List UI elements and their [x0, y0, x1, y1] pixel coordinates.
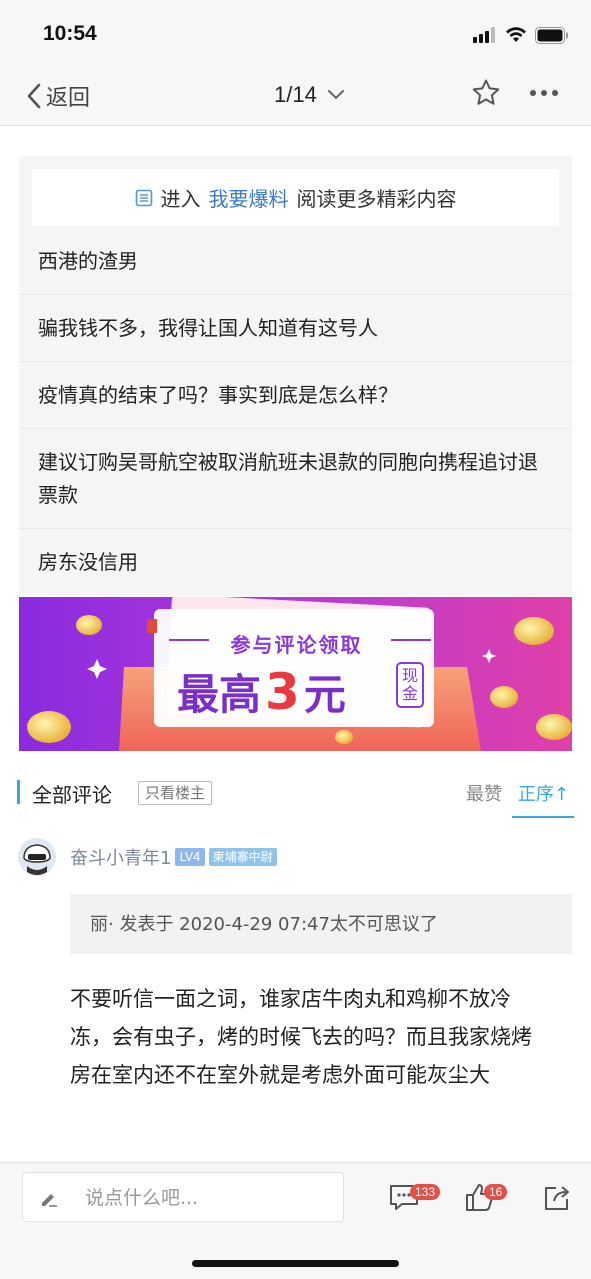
- comment-body: 不要听信一面之词，谁家店牛肉丸和鸡柳不放冷冻，会有虫子，烤的时候飞去的吗？而且我…: [70, 987, 532, 1087]
- wifi-icon: [506, 27, 526, 42]
- ad-cash-tag: 现金: [401, 666, 418, 703]
- back-button[interactable]: 返回: [26, 80, 90, 112]
- promo-link[interactable]: 我要爆料: [209, 183, 289, 212]
- list-item[interactable]: 房东没信用: [19, 529, 572, 596]
- related-articles: 进入 我要爆料 阅读更多精彩内容 西港的渣男 骗我钱不多，我得让国人知道有这号人…: [19, 156, 572, 596]
- pen-icon: [42, 1194, 57, 1207]
- page-indicator: 1/14: [274, 82, 317, 107]
- level-badge: LV4: [175, 848, 205, 866]
- ad-main-suffix: 元: [303, 670, 346, 719]
- ad-main-prefix: 最高: [177, 670, 262, 719]
- comment-count-badge: 133: [410, 1184, 441, 1200]
- status-bar: 10:54: [0, 0, 591, 66]
- promo-prefix: 进入: [160, 187, 201, 211]
- more-dot: [530, 90, 536, 96]
- ad-top-text: 参与评论领取: [230, 633, 363, 657]
- status-time: 10:54: [43, 22, 97, 45]
- battery-icon: [535, 26, 568, 44]
- sort-by-order-tab[interactable]: 正序↑: [512, 770, 574, 818]
- share-button[interactable]: [542, 1183, 574, 1215]
- page-selector[interactable]: 1/14: [274, 82, 345, 108]
- back-label: 返回: [46, 86, 91, 111]
- sort-by-likes-tab[interactable]: 最赞: [466, 780, 502, 806]
- share-icon: [545, 1186, 569, 1210]
- quoted-comment: 丽· 发表于 2020-4-29 07:47太不可思议了: [70, 894, 572, 954]
- comment-input[interactable]: [85, 1183, 325, 1213]
- avatar[interactable]: [18, 838, 56, 876]
- more-dot: [541, 90, 547, 96]
- list-item[interactable]: 西港的渣男: [19, 228, 572, 295]
- list-item[interactable]: 建议订购吴哥航空被取消航班未退款的同胞向携程追讨退票款: [19, 429, 572, 529]
- section-accent-bar: [17, 780, 20, 804]
- list-item[interactable]: 骗我钱不多，我得让国人知道有这号人: [19, 295, 572, 362]
- only-author-button[interactable]: 只看楼主: [138, 781, 213, 805]
- promo-suffix: 阅读更多精彩内容: [296, 187, 457, 211]
- comment-user-info: 奋斗小青年1 LV4 柬埔寨中尉: [70, 844, 277, 870]
- home-indicator[interactable]: [192, 1260, 399, 1267]
- document-icon: [135, 189, 152, 206]
- ad-banner[interactable]: 参与评论领取 最高 3 元 现金: [19, 597, 572, 751]
- ad-main-number: 3: [265, 663, 300, 721]
- comment-username[interactable]: 奋斗小青年1: [70, 844, 171, 870]
- bottom-action-bar: 133 16: [0, 1162, 591, 1279]
- comments-title: 全部评论: [32, 783, 112, 807]
- more-options-button[interactable]: [530, 90, 558, 96]
- navigation-bar: 返回 1/14: [0, 66, 591, 126]
- promo-tip[interactable]: 进入 我要爆料 阅读更多精彩内容: [32, 169, 559, 226]
- comments-header: 全部评论 只看楼主 最赞 正序↑: [0, 770, 591, 818]
- star-icon[interactable]: [471, 78, 501, 108]
- more-dot: [552, 90, 558, 96]
- chevron-left-icon: [27, 83, 41, 109]
- like-count-badge: 16: [484, 1184, 508, 1200]
- chevron-down-icon: [327, 90, 344, 100]
- status-icons: [473, 26, 569, 44]
- avatar-image: [18, 838, 56, 876]
- ad-main-text: 最高 3 元: [177, 661, 346, 722]
- rank-badge: 柬埔寨中尉: [208, 848, 277, 866]
- comment-input-box[interactable]: [22, 1172, 344, 1222]
- list-item[interactable]: 疫情真的结束了吗？事实到底是怎么样？: [19, 362, 572, 429]
- cellular-signal-icon: [473, 27, 495, 43]
